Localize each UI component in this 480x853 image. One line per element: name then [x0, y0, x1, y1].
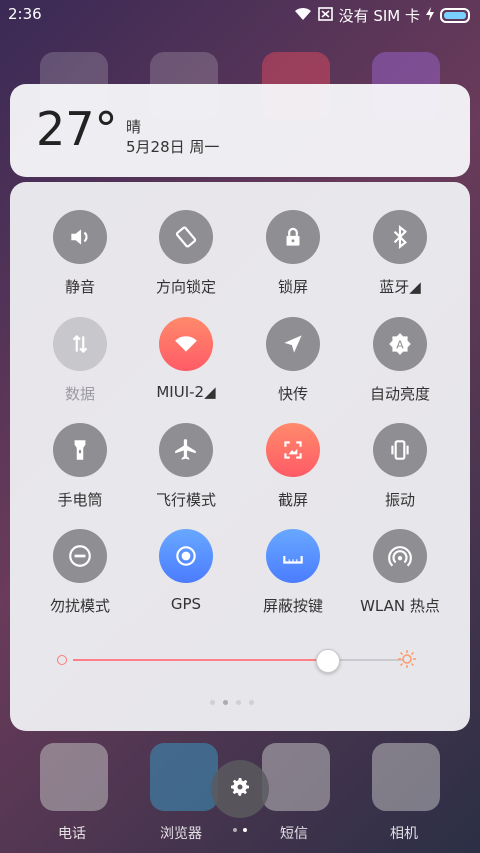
toggle-label: 快传: [277, 385, 308, 403]
page-dot: [210, 700, 215, 705]
toggle-send[interactable]: 快传: [238, 317, 348, 407]
toggle-label: MIUI-2◢: [156, 383, 216, 401]
brightness-thumb[interactable]: [316, 649, 341, 673]
toggle-lock[interactable]: 锁屏: [238, 210, 348, 300]
auto-brightness-icon: A: [373, 317, 427, 371]
do-not-disturb-icon: [53, 529, 107, 583]
send-icon: [266, 317, 320, 371]
page-dot: [243, 828, 247, 832]
weather-date: 5月28日 周一: [126, 138, 220, 156]
settings-button[interactable]: [211, 760, 269, 818]
page-dot: [236, 700, 241, 705]
hotspot-icon: [373, 529, 427, 583]
lock-icon: [266, 210, 320, 264]
carrier-text: 没有 SIM 卡: [338, 7, 420, 25]
brightness-fill: [73, 659, 328, 661]
wifi-icon: [159, 317, 213, 371]
dock-app-phone[interactable]: [40, 743, 108, 811]
toggle-label: 屏蔽按键: [262, 597, 323, 615]
bluetooth-icon: [373, 210, 427, 264]
svg-text:A: A: [396, 338, 404, 351]
brightness-slider[interactable]: [57, 645, 417, 675]
dock-app-messages[interactable]: [262, 743, 330, 811]
data-arrows-icon: [53, 317, 107, 371]
toggle-label: 勿扰模式: [49, 597, 110, 615]
block-keys-icon: [266, 529, 320, 583]
screenshot-icon: [266, 423, 320, 477]
toggle-wifi[interactable]: MIUI-2◢: [131, 317, 241, 407]
toggle-auto-brightness[interactable]: A 自动亮度: [345, 317, 455, 407]
toggle-label: 飞行模式: [155, 491, 216, 509]
gps-icon: [159, 529, 213, 583]
flashlight-icon: [53, 423, 107, 477]
toggle-label: 截屏: [277, 491, 308, 509]
toggle-label: 蓝牙◢: [379, 278, 421, 296]
toggle-label: GPS: [170, 595, 202, 613]
dock-label: 电话: [58, 826, 86, 842]
status-bar: 2:36 没有 SIM 卡: [0, 0, 480, 28]
toggle-label: 锁屏: [277, 278, 308, 296]
toggle-block-keys[interactable]: 屏蔽按键: [238, 529, 348, 619]
weather-temperature: 27°: [36, 102, 118, 156]
brightness-max-icon: [397, 649, 417, 673]
toggle-rotation-lock[interactable]: 方向锁定: [131, 210, 241, 300]
rotation-lock-icon: [159, 210, 213, 264]
toggle-label: WLAN 热点: [360, 597, 440, 615]
panel-page-indicator: [210, 700, 254, 705]
toggle-speaker[interactable]: 静音: [25, 210, 135, 300]
page-dot: [249, 700, 254, 705]
status-time: 2:36: [8, 5, 42, 23]
page-dot: [223, 700, 228, 705]
toggle-screenshot[interactable]: 截屏: [238, 423, 348, 513]
toggle-do-not-disturb[interactable]: 勿扰模式: [25, 529, 135, 619]
toggle-label: 静音: [64, 278, 95, 296]
weather-card[interactable]: 27° 晴 5月28日 周一: [10, 84, 470, 177]
toggle-label: 数据: [64, 385, 95, 403]
wifi-signal-icon: [294, 7, 312, 25]
toggle-label: 振动: [384, 491, 415, 509]
home-page-indicator: [233, 828, 247, 832]
toggle-label: 自动亮度: [369, 385, 430, 403]
brightness-min-icon: [57, 655, 67, 665]
gear-icon: [228, 775, 252, 803]
speaker-icon: [53, 210, 107, 264]
toggle-data-arrows[interactable]: 数据: [25, 317, 135, 407]
charging-icon: [426, 6, 434, 25]
toggle-vibrate[interactable]: 振动: [345, 423, 455, 513]
vibrate-icon: [373, 423, 427, 477]
no-sim-icon: [317, 6, 333, 25]
brightness-track[interactable]: [73, 649, 403, 673]
airplane-icon: [159, 423, 213, 477]
toggle-label: 手电筒: [57, 491, 103, 509]
toggle-flashlight[interactable]: 手电筒: [25, 423, 135, 513]
page-dot: [233, 828, 237, 832]
toggle-hotspot[interactable]: WLAN 热点: [345, 529, 455, 619]
toggle-bluetooth[interactable]: 蓝牙◢: [345, 210, 455, 300]
weather-condition: 晴: [126, 118, 142, 136]
battery-icon: [440, 8, 470, 23]
dock-label: 相机: [390, 826, 418, 842]
dock-label: 短信: [280, 826, 308, 842]
dock-label: 浏览器: [160, 826, 202, 842]
toggle-airplane[interactable]: 飞行模式: [131, 423, 241, 513]
dock-app-browser[interactable]: [150, 743, 218, 811]
status-icons: 没有 SIM 卡: [294, 5, 470, 26]
dock-app-camera[interactable]: [372, 743, 440, 811]
toggle-gps[interactable]: GPS: [131, 529, 241, 619]
toggle-label: 方向锁定: [155, 278, 216, 296]
